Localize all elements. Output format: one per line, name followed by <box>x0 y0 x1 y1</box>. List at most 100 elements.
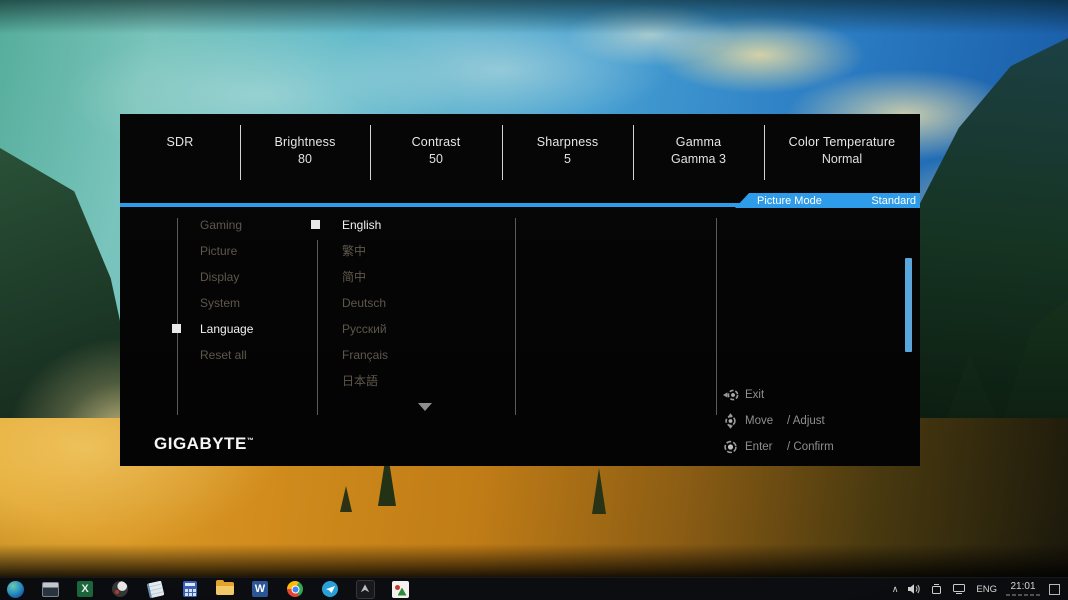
osd-main-menu: Gaming Picture Display System Language R… <box>200 212 253 368</box>
hint-extra: / Adjust <box>787 415 825 427</box>
stat-gamma: Gamma Gamma 3 <box>633 114 764 193</box>
stat-sharpness: Sharpness 5 <box>502 114 633 193</box>
gigabyte-logo: GIGABYTE™ <box>154 434 254 454</box>
stat-sdr: SDR <box>120 114 240 193</box>
telegram-icon[interactable] <box>320 579 340 599</box>
stat-brightness: Brightness 80 <box>240 114 370 193</box>
photos-app-icon[interactable] <box>390 579 410 599</box>
stat-label: Sharpness <box>502 135 633 149</box>
joystick-press-icon <box>722 439 739 455</box>
language-item-russian[interactable]: Русский <box>342 316 388 342</box>
stat-label: SDR <box>120 135 240 149</box>
picture-mode-value: Standard <box>871 195 916 207</box>
folder-icon-glyph <box>216 582 234 596</box>
stat-label: Gamma <box>633 135 764 149</box>
language-item-deutsch[interactable]: Deutsch <box>342 290 388 316</box>
language-item-japanese[interactable]: 日本語 <box>342 368 388 394</box>
action-center-icon[interactable] <box>1049 584 1060 595</box>
wallpaper-bottom-shade <box>0 544 1068 577</box>
chrome-icon[interactable] <box>285 579 305 599</box>
chevron-up-icon[interactable]: ∧ <box>892 585 899 594</box>
calculator-icon[interactable] <box>180 579 200 599</box>
menu-item-gaming[interactable]: Gaming <box>200 212 253 238</box>
language-item-french[interactable]: Français <box>342 342 388 368</box>
stat-value: 80 <box>240 152 370 166</box>
clock-date-clipped <box>1006 594 1040 596</box>
menu-item-system[interactable]: System <box>200 290 253 316</box>
menu-item-reset-all[interactable]: Reset all <box>200 342 253 368</box>
divider <box>764 125 765 180</box>
input-language-indicator[interactable]: ENG <box>976 584 997 595</box>
hint-label: Enter <box>745 441 781 453</box>
network-display-icon[interactable] <box>952 583 967 595</box>
hint-enter-confirm: Enter / Confirm <box>722 434 834 460</box>
divider <box>502 125 503 180</box>
monitor-photo: SDR Brightness 80 Contrast 50 Sharpness … <box>0 0 1068 600</box>
language-item-simplified-chinese[interactable]: 简中 <box>342 264 388 290</box>
notes-app-icon[interactable] <box>145 579 165 599</box>
menu-item-picture[interactable]: Picture <box>200 238 253 264</box>
wallpaper-tree <box>592 468 606 514</box>
divider <box>633 125 634 180</box>
brand-text: GIGABYTE <box>154 434 247 453</box>
stat-contrast: Contrast 50 <box>370 114 502 193</box>
notes-icon-glyph <box>146 580 164 598</box>
file-explorer-icon[interactable] <box>215 579 235 599</box>
word-icon-glyph: W <box>252 581 268 597</box>
picture-mode-label: Picture Mode <box>757 195 822 207</box>
hint-move-adjust: Move / Adjust <box>722 408 834 434</box>
system-tray: ∧ ENG 21:01 <box>892 582 1068 596</box>
telegram-icon-glyph <box>322 581 338 597</box>
monitor-osd-panel: SDR Brightness 80 Contrast 50 Sharpness … <box>120 114 920 466</box>
language-item-traditional-chinese[interactable]: 繁中 <box>342 238 388 264</box>
divider <box>177 218 178 415</box>
menu-item-display[interactable]: Display <box>200 264 253 290</box>
osd-language-list: English 繁中 简中 Deutsch Русский Français 日… <box>342 212 388 394</box>
word-icon[interactable]: W <box>250 579 270 599</box>
geometric-icon-glyph <box>356 580 375 599</box>
osd-scrollbar[interactable] <box>905 258 912 352</box>
wallpaper-top-shade <box>0 0 1068 34</box>
speaker-icon[interactable] <box>907 583 921 595</box>
photos-icon-glyph <box>392 581 409 598</box>
edge-icon[interactable] <box>5 579 25 599</box>
hint-label: Move <box>745 415 781 427</box>
edge-icon-glyph <box>7 581 24 598</box>
wallpaper-tree <box>340 486 352 512</box>
calculator-icon-glyph <box>183 581 197 597</box>
tray-box-icon[interactable] <box>930 583 943 596</box>
windows-taskbar: X W ∧ ENG <box>0 577 1068 600</box>
stat-label: Brightness <box>240 135 370 149</box>
divider <box>515 218 516 415</box>
hint-extra: / Confirm <box>787 441 834 453</box>
osd-status-row: SDR Brightness 80 Contrast 50 Sharpness … <box>120 114 920 193</box>
selected-marker-language <box>172 324 181 333</box>
chrome-icon-glyph <box>287 581 303 597</box>
joystick-left-icon <box>722 387 739 403</box>
stat-label: Contrast <box>370 135 502 149</box>
menu-item-language[interactable]: Language <box>200 316 253 342</box>
stat-value: 5 <box>502 152 633 166</box>
divider <box>240 125 241 180</box>
picture-mode-badge: Picture Mode Standard <box>735 193 920 208</box>
language-item-english[interactable]: English <box>342 212 388 238</box>
trademark: ™ <box>247 437 255 444</box>
joystick-up-down-icon <box>722 413 739 429</box>
koi-fish-app-icon[interactable] <box>110 579 130 599</box>
clock-time: 21:01 <box>1010 582 1035 592</box>
hint-label: Exit <box>745 389 781 401</box>
divider <box>317 240 318 415</box>
divider <box>370 125 371 180</box>
stat-label: Color Temperature <box>764 135 920 149</box>
app-window-icon[interactable] <box>40 579 60 599</box>
divider <box>716 218 717 415</box>
osd-control-hints: Exit Move / Adjust Enter / Co <box>722 382 834 460</box>
taskbar-clock[interactable]: 21:01 <box>1006 582 1040 596</box>
excel-icon[interactable]: X <box>75 579 95 599</box>
selected-marker-english <box>311 220 320 229</box>
stat-value: Gamma 3 <box>633 152 764 166</box>
scroll-down-arrow-icon[interactable] <box>418 403 432 411</box>
dark-geometric-app-icon[interactable] <box>355 579 375 599</box>
hint-exit: Exit <box>722 382 834 408</box>
stat-value: 50 <box>370 152 502 166</box>
